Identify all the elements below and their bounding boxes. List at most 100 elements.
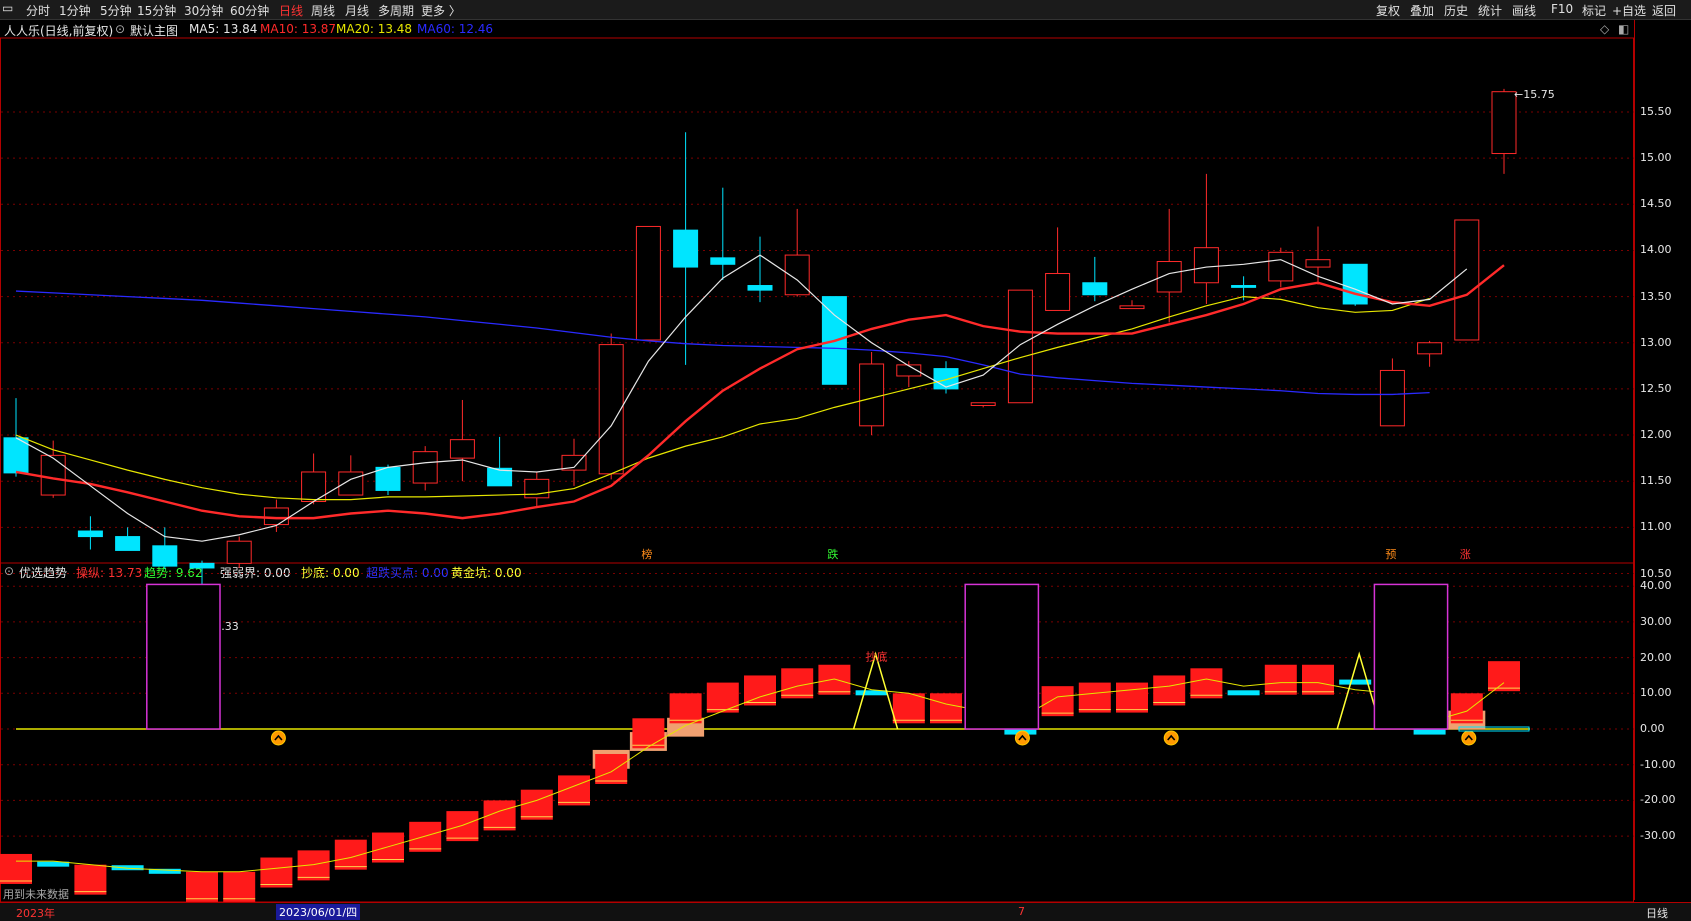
indicator-legend-0: 操纵: 13.73 bbox=[76, 566, 143, 580]
toolbar-button-3[interactable]: 统计 bbox=[1478, 2, 1502, 19]
indicator-legend-5: 黄金坑: 0.00 bbox=[451, 566, 522, 580]
period-tab-8[interactable]: 月线 bbox=[345, 2, 369, 19]
period-tab-4[interactable]: 30分钟 bbox=[184, 2, 223, 19]
collapse-icon[interactable]: ◇ bbox=[1600, 22, 1609, 36]
trend-bar bbox=[1078, 682, 1111, 713]
axis-mid-label: 7 bbox=[1018, 905, 1025, 918]
up-arrow-chevron bbox=[274, 734, 283, 741]
candle-body bbox=[747, 285, 773, 291]
trend-bar bbox=[930, 693, 962, 724]
period-tab-3[interactable]: 15分钟 bbox=[137, 2, 176, 19]
candle-body bbox=[933, 368, 959, 390]
period-tab-9[interactable]: 多周期 bbox=[378, 2, 414, 19]
candle-body bbox=[1007, 289, 1033, 404]
indicator-tick: 30.00 bbox=[1640, 614, 1672, 628]
trend-bar bbox=[669, 693, 702, 724]
orange-bar bbox=[667, 717, 705, 737]
period-tab-6[interactable]: 日线 bbox=[279, 2, 303, 19]
price-tick: 15.00 bbox=[1640, 151, 1672, 165]
toolbar-button-7[interactable]: +自选 bbox=[1612, 2, 1646, 19]
chaodi-peak bbox=[852, 651, 899, 730]
trend-bar bbox=[148, 868, 181, 874]
indicator-tick: 10.00 bbox=[1640, 686, 1672, 700]
window-menu-icon[interactable]: ▭ bbox=[2, 1, 13, 15]
indicator-tick: 40.00 bbox=[1640, 579, 1672, 593]
candle-body bbox=[301, 471, 327, 503]
candle-body bbox=[77, 530, 103, 538]
trend-bar bbox=[558, 775, 590, 806]
candle-body bbox=[1082, 282, 1108, 296]
candle-body bbox=[1156, 261, 1182, 293]
candle-body bbox=[412, 451, 438, 484]
signal-marker: 涨 bbox=[1460, 548, 1471, 561]
trend-bar bbox=[967, 697, 1000, 703]
candle-body bbox=[1491, 91, 1517, 155]
signal-marker: 榜 bbox=[641, 547, 652, 561]
trend-bar bbox=[446, 811, 479, 842]
candle-body bbox=[896, 364, 922, 377]
price-tick: 12.00 bbox=[1640, 428, 1672, 442]
candle-body bbox=[1305, 259, 1331, 268]
period-tab-7[interactable]: 周线 bbox=[311, 2, 335, 19]
trend-bar bbox=[892, 693, 925, 724]
indicator-tick: -20.00 bbox=[1640, 793, 1676, 807]
trend-bar bbox=[595, 753, 628, 784]
chaodi-label: 抄底 bbox=[866, 650, 888, 664]
trend-bar bbox=[1153, 675, 1186, 706]
toolbar-button-6[interactable]: 标记 bbox=[1582, 2, 1606, 19]
stock-title[interactable]: 人人乐(日线,前复权) bbox=[4, 22, 113, 39]
trend-bar bbox=[223, 871, 256, 902]
trend-bar bbox=[1227, 690, 1260, 696]
trend-bar bbox=[297, 850, 330, 881]
toolbar-button-8[interactable]: 返回 bbox=[1652, 2, 1676, 19]
indicator-legend-3: 抄底: 0.00 bbox=[301, 566, 360, 580]
indicator-legend-4: 超跌买点: 0.00 bbox=[366, 566, 449, 580]
candle-body bbox=[375, 466, 401, 491]
ma-legend-1: MA10: 13.87 bbox=[260, 22, 337, 36]
candle-body bbox=[1268, 251, 1294, 282]
orange-bar bbox=[592, 749, 630, 769]
trend-bar bbox=[409, 821, 442, 852]
trend-bar bbox=[0, 853, 32, 884]
trend-line bbox=[16, 678, 1505, 873]
candle-body bbox=[784, 254, 810, 296]
period-tab-2[interactable]: 5分钟 bbox=[100, 2, 132, 19]
period-label[interactable]: 日线 bbox=[1646, 905, 1668, 921]
trend-bar bbox=[37, 861, 70, 867]
signal-marker: 跌 bbox=[827, 547, 838, 561]
toolbar-button-1[interactable]: 叠加 bbox=[1410, 2, 1434, 19]
toolbar-button-5[interactable]: F10 bbox=[1551, 2, 1573, 16]
ma20-line bbox=[15, 295, 1430, 501]
indicator-settings-icon[interactable]: ⊙ bbox=[4, 564, 14, 578]
period-tab-5[interactable]: 60分钟 bbox=[230, 2, 269, 19]
trend-bar bbox=[1488, 661, 1520, 692]
toolbar-button-2[interactable]: 历史 bbox=[1444, 2, 1468, 19]
candle-body bbox=[1379, 369, 1405, 427]
candle-body bbox=[3, 437, 29, 474]
period-tab-1[interactable]: 1分钟 bbox=[59, 2, 91, 19]
trend-bar bbox=[334, 839, 367, 870]
indicator-tick: 20.00 bbox=[1640, 650, 1672, 664]
toolbar-button-0[interactable]: 复权 bbox=[1376, 2, 1400, 19]
candle-body bbox=[40, 454, 66, 496]
window-icon[interactable]: ◧ bbox=[1618, 22, 1629, 36]
chart-canvas: ←15.75 ←10.33 榜 跌 预 涨 抄底 bbox=[0, 37, 1634, 903]
trend-bar bbox=[483, 800, 516, 831]
candle-body bbox=[821, 296, 847, 385]
candle-body bbox=[338, 471, 364, 496]
candle-body bbox=[970, 402, 996, 407]
period-tab-0[interactable]: 分时 bbox=[26, 2, 50, 19]
trend-bar bbox=[74, 864, 107, 895]
period-toolbar: 分时 1分钟 5分钟 15分钟 30分钟 60分钟 日线 周线 月线 多周期 更多 〉 复权 叠加 历史统… bbox=[0, 0, 1691, 20]
chart-template[interactable]: 默认主图 bbox=[130, 22, 178, 39]
toolbar-button-4[interactable]: 画线 bbox=[1512, 2, 1536, 19]
price-tick: 12.50 bbox=[1640, 381, 1672, 395]
trend-bar bbox=[1116, 682, 1148, 713]
candle-body bbox=[635, 225, 661, 341]
candle-body bbox=[226, 540, 252, 564]
trend-bar bbox=[1264, 664, 1297, 695]
settings-icon[interactable]: ⊙ bbox=[115, 22, 125, 36]
low-price-label: ←10.33 bbox=[198, 620, 239, 633]
indicator-name[interactable]: 优选趋势 bbox=[19, 564, 67, 581]
period-tab-10[interactable]: 更多 〉 bbox=[421, 2, 461, 19]
